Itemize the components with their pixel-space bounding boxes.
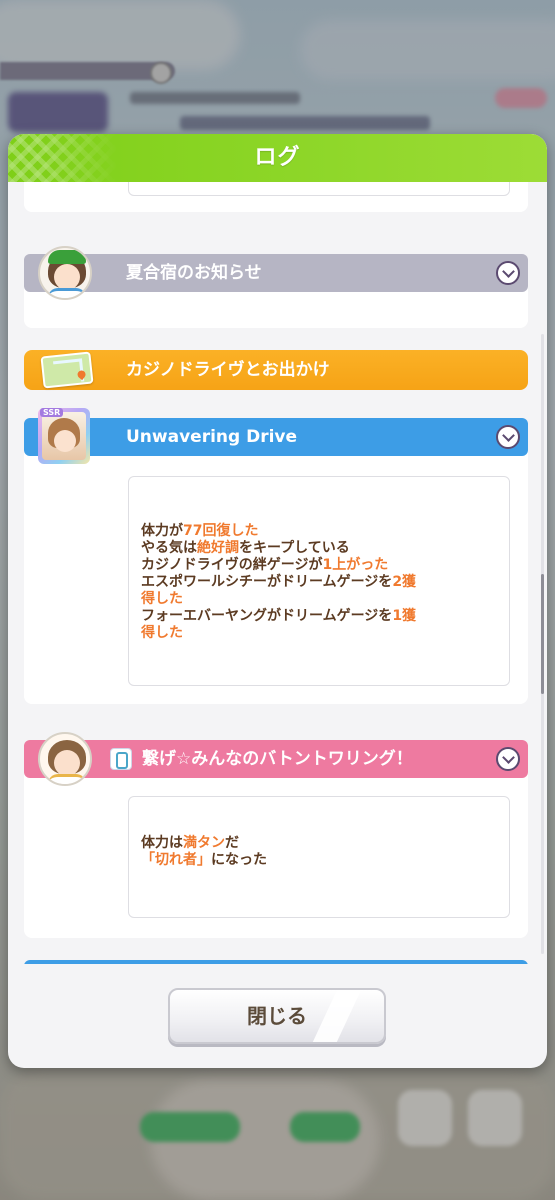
log-text: 体力は xyxy=(141,835,183,851)
log-entry-header[interactable]: 夏合宿のお知らせ xyxy=(24,246,528,300)
log-highlight: 絶好調 xyxy=(197,540,239,556)
log-entry-lines: 体力が77回復した やる気は絶好調をキープしている カジノドライヴの絆ゲージが1… xyxy=(129,477,509,642)
log-entry-text-box xyxy=(128,182,510,196)
log-text: やる気は xyxy=(141,540,197,556)
log-highlight: 「切れ者」 xyxy=(141,852,211,868)
log-entry-skill: 繋げ☆みんなのバトントワリング！ 体力は満タンだ 「切れ者」になった xyxy=(24,732,528,938)
log-entry-support-card: SSR Unwavering Drive 体力が77回復した やる気は絶好調をキ… xyxy=(24,408,528,704)
scrollbar-thumb[interactable] xyxy=(541,574,544,694)
log-entry-text-box: 体力が77回復した やる気は絶好調をキープしている カジノドライヴの絆ゲージが1… xyxy=(128,476,510,686)
chevron-down-icon[interactable] xyxy=(496,261,520,285)
log-text: になった xyxy=(211,852,267,868)
log-entry-title: 繋げ☆みんなのバトントワリング！ xyxy=(142,749,413,769)
log-line: カジノドライヴの絆ゲージが1上がった xyxy=(141,557,509,574)
log-line: フォーエバーヤングがドリームゲージを1獲 xyxy=(141,608,509,625)
log-entry-title: Unwavering Drive xyxy=(126,427,298,447)
log-line: やる気は絶好調をキープしている xyxy=(141,540,509,557)
avatar-body xyxy=(48,288,86,298)
close-button[interactable]: 閉じる xyxy=(168,988,386,1044)
log-line: 体力が77回復した xyxy=(141,523,509,540)
log-text: だ xyxy=(225,835,239,851)
log-dialog: ログ 夏合宿のお知らせ カジノドライヴとお出かけ SSR Unwavering … xyxy=(8,134,547,1068)
skill-icon xyxy=(110,748,132,770)
chevron-down-icon[interactable] xyxy=(496,425,520,449)
log-highlight: 2獲 xyxy=(392,574,417,590)
log-entry-header[interactable]: SSR Unwavering Drive xyxy=(24,408,528,464)
dialog-header: ログ xyxy=(8,134,547,182)
log-entry-lines: 体力は満タンだ 「切れ者」になった xyxy=(129,797,509,869)
close-button-label: 閉じる xyxy=(247,1004,307,1028)
log-text: フォーエバーヤングがドリームゲージを xyxy=(141,608,393,624)
avatar-cap xyxy=(48,250,86,264)
avatar-face xyxy=(54,750,80,776)
avatar-face xyxy=(54,264,80,290)
log-highlight: 得した xyxy=(141,625,183,641)
log-entry-previous xyxy=(24,182,528,212)
ssr-badge: SSR xyxy=(40,408,64,417)
log-entry-header[interactable]: 繋げ☆みんなのバトントワリング！ xyxy=(24,732,528,786)
log-entry-text-box: 体力は満タンだ 「切れ者」になった xyxy=(128,796,510,918)
log-text: エスポワールシチーがドリームゲージを xyxy=(141,574,393,590)
log-highlight: 1獲 xyxy=(392,608,417,624)
character-avatar-icon xyxy=(38,732,92,786)
log-line: エスポワールシチーがドリームゲージを2獲 xyxy=(141,574,509,591)
log-entry-outing: カジノドライヴとお出かけ xyxy=(24,350,528,390)
log-entry-title: カジノドライヴとお出かけ xyxy=(126,360,330,380)
log-text: をキープしている xyxy=(239,540,350,556)
log-highlight: 満タン xyxy=(183,835,225,851)
log-text: 体力が xyxy=(141,523,183,539)
log-entry-next xyxy=(24,960,528,964)
log-line: 「切れ者」になった xyxy=(141,852,509,869)
log-highlight: 得した xyxy=(141,591,183,607)
log-highlight: 77回復した xyxy=(183,523,259,539)
map-icon xyxy=(40,351,94,389)
support-card-art xyxy=(42,412,86,460)
dialog-title: ログ xyxy=(254,145,301,170)
ssr-support-card-icon: SSR xyxy=(38,408,90,464)
log-entry-summer-camp: 夏合宿のお知らせ xyxy=(24,246,528,328)
avatar-body xyxy=(48,774,86,784)
log-entry-title: 夏合宿のお知らせ xyxy=(126,263,262,283)
log-highlight: 1上がった xyxy=(322,557,389,573)
character-avatar-icon xyxy=(38,246,92,300)
log-line: 得した xyxy=(141,625,509,642)
log-line: 得した xyxy=(141,591,509,608)
log-text: カジノドライヴの絆ゲージが xyxy=(141,557,323,573)
log-list[interactable]: 夏合宿のお知らせ カジノドライヴとお出かけ SSR Unwavering Dri… xyxy=(16,182,539,964)
log-line: 体力は満タンだ xyxy=(141,835,509,852)
chevron-down-icon[interactable] xyxy=(496,747,520,771)
